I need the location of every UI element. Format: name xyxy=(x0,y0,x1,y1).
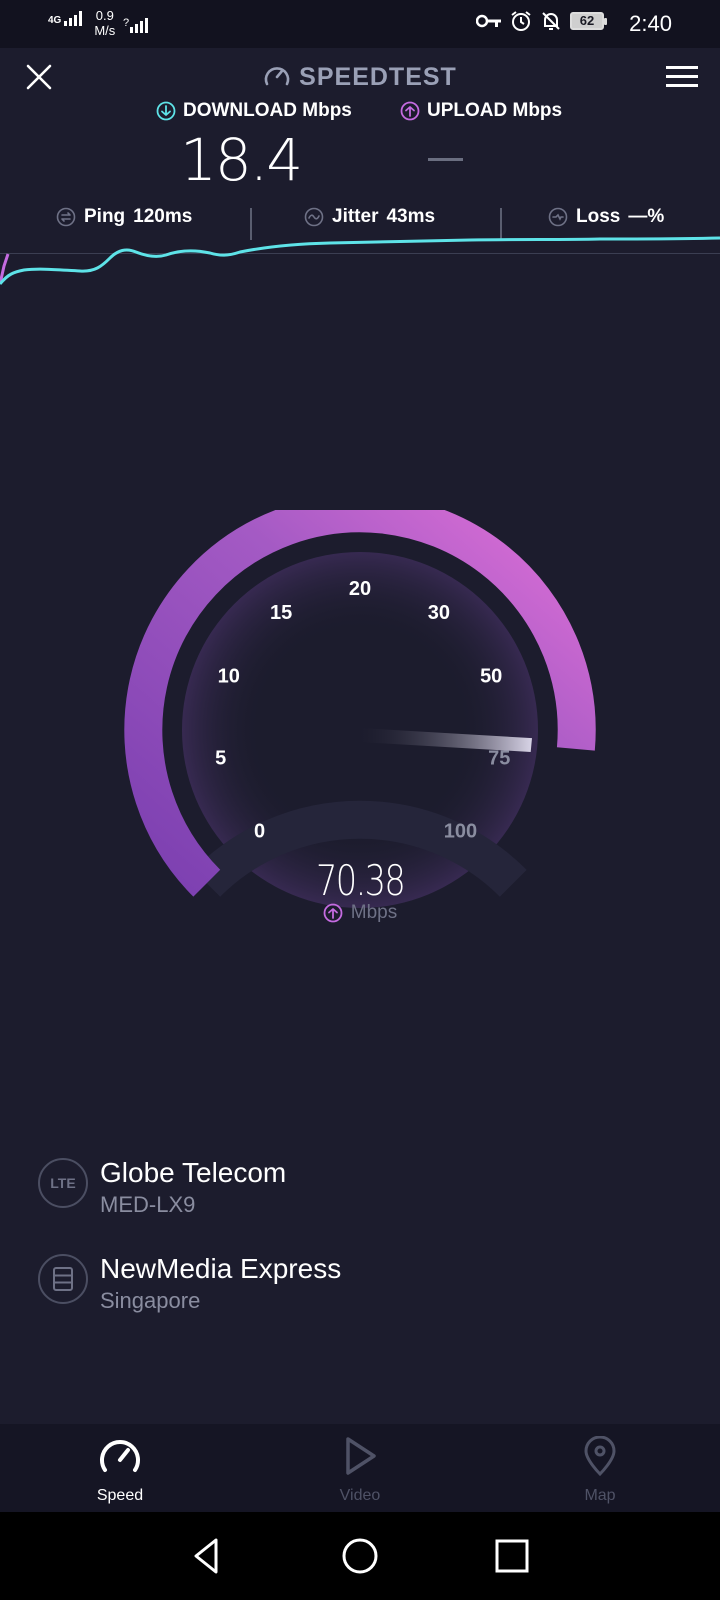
home-icon[interactable] xyxy=(338,1534,382,1578)
cellular-signal-icon: 4G xyxy=(48,8,86,26)
upload-result: UPLOAD Mbps xyxy=(400,100,562,122)
jitter-value: 43ms xyxy=(386,206,436,227)
battery-icon: 62 xyxy=(570,12,607,30)
lte-icon: LTE xyxy=(38,1158,88,1208)
battery-level: 62 xyxy=(579,13,595,28)
gauge-scale-label: 10 xyxy=(218,666,240,688)
status-bar-left: 4G 0.9 M/s ? xyxy=(48,8,149,38)
download-label: DOWNLOAD Mbps xyxy=(156,100,352,122)
gauge-scale-label: 15 xyxy=(270,602,292,624)
ping-label: Ping xyxy=(84,206,126,227)
gauge-unit: Mbps xyxy=(0,902,720,924)
server-name: NewMedia Express xyxy=(100,1253,342,1284)
gauge-scale-label: 0 xyxy=(254,820,265,842)
packet-loss-icon xyxy=(548,207,568,227)
download-value: 18.4 xyxy=(180,126,303,194)
upload-label-text: UPLOAD Mbps xyxy=(427,100,563,121)
gauge-scale-label: 30 xyxy=(428,602,450,624)
speedometer-icon xyxy=(100,1440,140,1472)
nav-video-label: Video xyxy=(339,1487,381,1504)
download-result: DOWNLOAD Mbps 18.4 xyxy=(156,100,352,194)
upload-arrow-icon xyxy=(400,101,420,121)
recents-icon[interactable] xyxy=(490,1534,534,1578)
nav-speed-label: Speed xyxy=(96,1487,144,1504)
ping-value: 120ms xyxy=(133,206,193,227)
gauge-scale-label: 75 xyxy=(488,748,510,770)
clock: 2:40 xyxy=(629,11,672,36)
gauge-scale-label: 100 xyxy=(444,820,477,842)
bottom-nav: Speed Video Map xyxy=(0,1424,720,1512)
screen: 4G 0.9 M/s ? 62 2:40 SPEEDTEST DOWNLOAD … xyxy=(0,0,720,1600)
server-info[interactable]: NewMedia Express Singapore xyxy=(38,1252,341,1316)
play-icon xyxy=(346,1437,376,1475)
upload-label: UPLOAD Mbps xyxy=(400,100,562,122)
ping-metric: Ping 120ms xyxy=(56,206,192,228)
menu-icon[interactable] xyxy=(666,64,698,90)
isp-info: LTE Globe Telecom MED-LX9 xyxy=(38,1156,286,1220)
jitter-metric: Jitter 43ms xyxy=(304,206,435,228)
network-speed-value: 0.9 xyxy=(95,8,114,23)
notifications-off-icon xyxy=(542,12,560,30)
gauge-unit-text: Mbps xyxy=(350,902,398,923)
upload-arrow-icon xyxy=(323,903,343,923)
gauge-scale-label: 50 xyxy=(480,666,502,688)
network-type: 4G xyxy=(48,15,62,26)
nav-map-label: Map xyxy=(584,1487,616,1504)
server-icon xyxy=(38,1254,88,1304)
secondary-signal-icon: ? xyxy=(123,17,149,33)
status-bar-right: 62 xyxy=(476,10,607,32)
nav-video[interactable]: Video xyxy=(300,1436,420,1505)
app-title: SPEEDTEST xyxy=(0,62,720,92)
gauge-scale-label: 20 xyxy=(349,578,371,600)
gauge-scale-label: 5 xyxy=(215,748,226,770)
app-header: SPEEDTEST xyxy=(0,48,720,104)
server-location: Singapore xyxy=(100,1288,201,1313)
isp-name: Globe Telecom xyxy=(100,1157,287,1188)
system-nav-bar xyxy=(0,1512,720,1600)
download-label-text: DOWNLOAD Mbps xyxy=(183,100,352,121)
alarm-icon xyxy=(511,11,531,31)
loss-metric: Loss —% xyxy=(548,206,664,228)
ping-icon xyxy=(56,207,76,227)
nav-map[interactable]: Map xyxy=(540,1435,660,1505)
map-pin-icon xyxy=(584,1435,616,1477)
loss-label: Loss xyxy=(576,206,621,227)
loss-value: —% xyxy=(628,206,665,227)
lte-icon-label: LTE xyxy=(50,1175,76,1191)
download-arrow-icon xyxy=(156,101,176,121)
network-speed-unit: M/s xyxy=(94,23,116,38)
gauge-current-value: 70.38 xyxy=(315,856,406,905)
metrics-row: Ping 120ms Jitter 43ms Loss —% xyxy=(0,206,720,240)
jitter-label: Jitter xyxy=(332,206,379,227)
device-model: MED-LX9 xyxy=(100,1192,196,1217)
speedometer-icon xyxy=(264,67,290,86)
upload-value-placeholder xyxy=(428,158,463,161)
speed-graph xyxy=(0,236,720,285)
gauge-readout: 70.38 xyxy=(0,856,720,905)
back-icon[interactable] xyxy=(184,1534,228,1578)
status-bar: 4G 0.9 M/s ? 62 2:40 xyxy=(0,0,720,48)
nav-speed[interactable]: Speed xyxy=(60,1436,180,1505)
jitter-icon xyxy=(304,207,324,227)
vpn-key-icon xyxy=(476,14,501,28)
app-title-text: SPEEDTEST xyxy=(299,63,457,91)
svg-text:?: ? xyxy=(123,17,129,29)
network-speed: 0.9 M/s xyxy=(94,8,115,38)
